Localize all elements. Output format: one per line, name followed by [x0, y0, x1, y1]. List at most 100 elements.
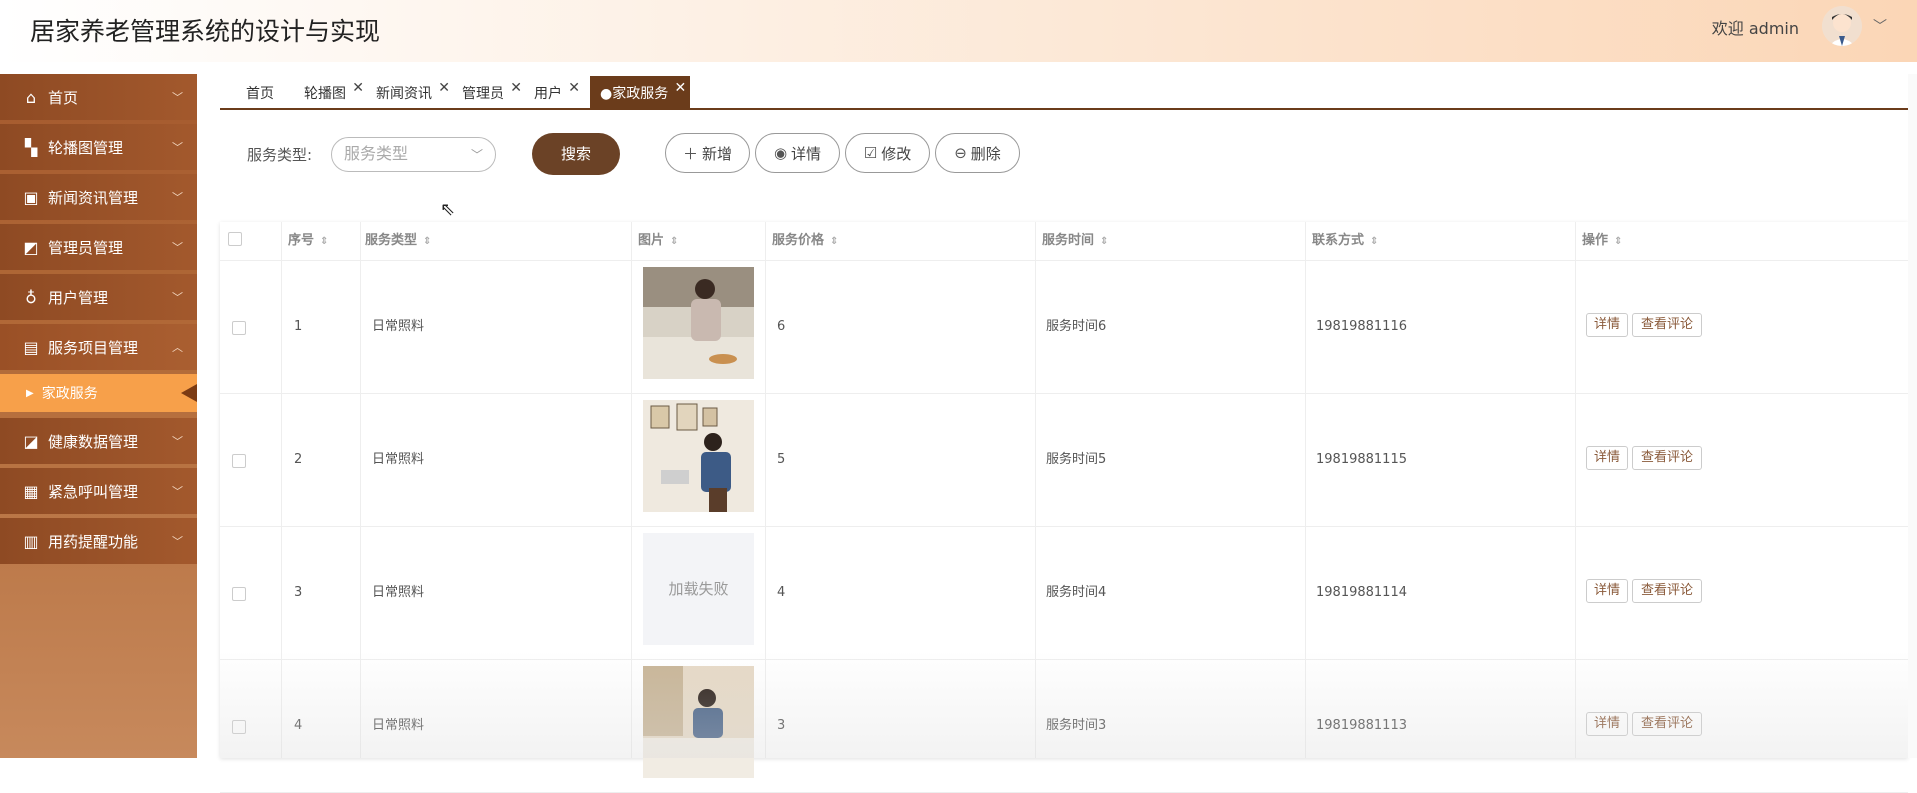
row-checkbox[interactable] [232, 587, 246, 601]
sort-icon: ⇕ [1614, 236, 1623, 247]
detail-button[interactable]: ◉ 详情 [755, 133, 840, 173]
avatar-icon [1822, 6, 1862, 46]
image-load-failed: 加载失败 [643, 533, 754, 645]
tab-housekeeping[interactable]: ●家政服务 ✕ [590, 76, 691, 108]
tab-label: 用户 [534, 86, 562, 102]
table-row[interactable]: 4 日常照料 3 服务时间3 19819881113 详情 查看评论 [220, 660, 1908, 793]
header-price[interactable]: 服务价格 ⇕ [772, 222, 838, 260]
row-checkbox[interactable] [232, 454, 246, 468]
header-type[interactable]: 服务类型 ⇕ [365, 222, 431, 260]
row-comment-button[interactable]: 查看评论 [1632, 712, 1702, 736]
row-comment-button[interactable]: 查看评论 [1632, 579, 1702, 603]
detail-button-label: 详情 [791, 144, 822, 163]
service-photo[interactable] [643, 666, 754, 778]
tab-bar: 首页 轮播图 ✕ 新闻资讯 ✕ 管理员 ✕ 用户 ✕ ●家政服务 ✕ [230, 74, 691, 108]
tab-users[interactable]: 用户 ✕ [518, 76, 580, 108]
sidebar-item-admins[interactable]: ◩ 管理员管理 ﹀ [0, 224, 197, 270]
row-checkbox[interactable] [232, 321, 246, 335]
cell-contact: 19819881116 [1316, 319, 1407, 334]
edit-button[interactable]: ☑ 修改 [845, 133, 930, 173]
mouse-cursor-icon: ⇖ [440, 199, 456, 220]
row-comment-button[interactable]: 查看评论 [1632, 313, 1702, 337]
cell-type: 日常照料 [372, 452, 425, 467]
sidebar-item-health[interactable]: ◪ 健康数据管理 ﹀ [0, 418, 197, 464]
sidebar-item-carousel[interactable]: ▚ 轮播图管理 ﹀ [0, 124, 197, 170]
grid-icon: ▚ [24, 137, 38, 157]
header-label: 操作 [1582, 233, 1609, 248]
select-all-checkbox[interactable] [228, 232, 242, 246]
chevron-down-icon[interactable]: ﹀ [1873, 16, 1887, 36]
row-detail-button[interactable]: 详情 [1586, 579, 1628, 603]
cell-price: 4 [777, 585, 786, 600]
avatar[interactable] [1822, 6, 1862, 46]
tab-home[interactable]: 首页 [230, 76, 288, 108]
cell-time: 服务时间4 [1046, 585, 1107, 600]
sidebar-item-home[interactable]: ⌂ 首页 ﹀ [0, 74, 197, 120]
tab-underline [220, 108, 1908, 110]
table-row[interactable]: 2 日常照料 5 服务时间5 19819881115 详情 查看评论 [220, 394, 1908, 527]
service-type-select[interactable]: 服务类型 ﹀ [331, 137, 496, 172]
active-indicator [181, 384, 197, 402]
admin-icon: ◩ [23, 237, 39, 257]
close-icon[interactable]: ✕ [674, 70, 686, 106]
row-detail-button[interactable]: 详情 [1586, 446, 1628, 470]
cell-type: 日常照料 [372, 319, 425, 334]
tab-carousel[interactable]: 轮播图 ✕ [288, 76, 364, 108]
tab-news[interactable]: 新闻资讯 ✕ [360, 76, 450, 108]
scrollbar-track[interactable] [1908, 74, 1917, 758]
sidebar-item-label: 管理员管理 [48, 238, 124, 257]
row-checkbox[interactable] [232, 720, 246, 734]
sort-icon: ⇕ [670, 236, 679, 247]
header-image[interactable]: 图片 ⇕ [638, 222, 678, 260]
table-row[interactable]: 1 日常照料 6 服务时间6 19819881116 详情 查看评论 [220, 261, 1908, 394]
sidebar-item-users[interactable]: ♁ 用户管理 ﹀ [0, 274, 197, 320]
tab-label: 新闻资讯 [376, 86, 432, 102]
chevron-down-icon: ﹀ [172, 291, 183, 304]
cell-price: 6 [777, 319, 786, 334]
cell-time: 服务时间5 [1046, 452, 1107, 467]
row-comment-button[interactable]: 查看评论 [1632, 446, 1702, 470]
tab-label: 首页 [246, 86, 274, 102]
header-id[interactable]: 序号 ⇕ [288, 222, 328, 260]
edit-icon: ☑ [863, 144, 878, 162]
cell-type: 日常照料 [372, 585, 425, 600]
header-actions[interactable]: 操作 ⇕ [1582, 222, 1622, 260]
row-detail-button[interactable]: 详情 [1586, 313, 1628, 337]
cell-contact: 19819881113 [1316, 718, 1407, 733]
user-icon: ♁ [25, 287, 37, 307]
header-time[interactable]: 服务时间 ⇕ [1042, 222, 1108, 260]
tab-label: 管理员 [462, 86, 504, 102]
close-icon[interactable]: ✕ [568, 70, 580, 106]
sidebar-item-emergency[interactable]: ▦ 紧急呼叫管理 ﹀ [0, 468, 197, 514]
sidebar-item-news[interactable]: ▣ 新闻资讯管理 ﹀ [0, 174, 197, 220]
bedroom-photo-image [643, 666, 754, 778]
sidebar: ⌂ 首页 ﹀ ▚ 轮播图管理 ﹀ ▣ 新闻资讯管理 ﹀ ◩ 管理员管理 ﹀ ♁ … [0, 74, 197, 758]
sort-icon: ⇕ [320, 236, 329, 247]
sidebar-item-label: 用户管理 [48, 288, 109, 307]
app-title: 居家养老管理系统的设计与实现 [30, 17, 381, 46]
cell-id: 4 [294, 718, 303, 733]
welcome-text: 欢迎 admin [1711, 19, 1799, 38]
service-photo[interactable] [643, 267, 754, 379]
header-label: 服务时间 [1042, 233, 1095, 248]
sidebar-item-label: 健康数据管理 [48, 432, 139, 451]
table-row[interactable]: 3 日常照料 加载失败 4 服务时间4 19819881114 详情 查看评论 [220, 527, 1908, 660]
delete-button[interactable]: ⊖ 删除 [935, 133, 1020, 173]
chevron-down-icon: ﹀ [172, 241, 183, 254]
sidebar-item-medicine[interactable]: ▥ 用药提醒功能 ﹀ [0, 518, 197, 564]
sort-icon: ⇕ [1100, 236, 1109, 247]
sidebar-item-services[interactable]: ▤ 服务项目管理 ︿ [0, 324, 197, 370]
select-placeholder: 服务类型 [344, 144, 409, 163]
add-button[interactable]: ＋新增 [665, 133, 750, 173]
header-contact[interactable]: 联系方式 ⇕ [1312, 222, 1378, 260]
chevron-up-icon: ︿ [172, 341, 183, 354]
row-detail-button[interactable]: 详情 [1586, 712, 1628, 736]
service-photo[interactable] [643, 400, 754, 512]
tab-label: ●家政服务 [600, 86, 669, 102]
news-icon: ▣ [23, 187, 39, 207]
sidebar-subitem-housekeeping[interactable]: ▶ 家政服务 [0, 374, 197, 412]
tab-admins[interactable]: 管理员 ✕ [446, 76, 522, 108]
sidebar-subitem-label: 家政服务 [41, 386, 98, 402]
eye-icon: ◉ [773, 144, 788, 162]
search-button[interactable]: 搜索 [532, 133, 620, 175]
